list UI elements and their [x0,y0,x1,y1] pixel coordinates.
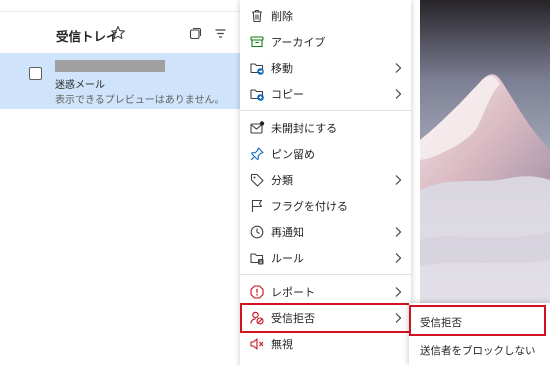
menu-item-ignore[interactable]: 無視 [240,331,411,357]
highlight-box-block-submenu [409,305,546,336]
menu-divider [240,110,411,111]
mail-list-item[interactable]: 迷惑メール 表示できるプレビューはありません。 [0,53,260,109]
filter-icon[interactable] [214,27,227,43]
menu-item-rules[interactable]: ルール [240,245,411,271]
mail-preview: 表示できるプレビューはありません。 [55,95,225,106]
menu-item-report[interactable]: レポート [240,279,411,305]
menu-label-rules: ルール [271,252,304,265]
menu-label-pin: ピン留め [271,148,315,161]
menu-item-flag[interactable]: フラグを付ける [240,193,411,219]
mail-checkbox[interactable] [29,67,42,80]
mark-unread-icon [249,120,265,136]
menu-item-mark-unread[interactable]: 未開封にする [240,115,411,141]
star-icon[interactable] [110,25,126,44]
ignore-icon [249,336,265,352]
clock-icon [249,224,265,240]
submenu-item-unblock-sender[interactable]: 送信者をブロックしない [409,335,550,363]
menu-label-delete: 削除 [271,10,293,23]
menu-divider [240,274,411,275]
chevron-right-icon [394,226,402,241]
menu-item-archive[interactable]: アーカイブ [240,29,411,55]
mail-list-pane: 受信トレイ 迷惑メール 表示できるプレビューはありません。 [0,0,260,366]
chevron-right-icon [394,174,402,189]
menu-item-delete[interactable]: 削除 [240,3,411,29]
menu-label-copy: コピー [271,88,304,101]
mail-subject: 迷惑メール [55,80,105,91]
rules-icon [249,250,265,266]
chevron-right-icon [394,286,402,301]
menu-label-categorize: 分類 [271,174,293,187]
mail-list-header: 受信トレイ [0,22,260,48]
menu-label-report: レポート [271,286,315,299]
trash-icon [249,8,265,24]
menu-item-categorize[interactable]: 分類 [240,167,411,193]
select-mode-icon[interactable] [189,27,202,43]
menu-item-move[interactable]: 移動 [240,55,411,81]
move-folder-icon [249,60,265,76]
menu-item-pin[interactable]: ピン留め [240,141,411,167]
highlight-box-block-item [240,303,412,333]
submenu-label-unblock-sender: 送信者をブロックしない [420,345,536,357]
flag-icon [249,198,265,214]
menu-item-snooze[interactable]: 再通知 [240,219,411,245]
copy-folder-icon [249,86,265,102]
pin-icon [249,146,265,162]
chevron-right-icon [394,62,402,77]
top-toolbar-strip [0,0,260,12]
tag-icon [249,172,265,188]
menu-label-archive: アーカイブ [271,36,326,49]
sender-name-redacted [55,60,165,72]
menu-item-copy[interactable]: コピー [240,81,411,107]
chevron-right-icon [394,88,402,103]
menu-label-snooze: 再通知 [271,226,304,239]
menu-label-mark-unread: 未開封にする [271,122,338,135]
menu-label-move: 移動 [271,62,293,75]
archive-icon [249,34,265,50]
report-icon [249,284,265,300]
menu-label-ignore: 無視 [271,338,293,351]
chevron-right-icon [394,252,402,267]
menu-label-flag: フラグを付ける [271,200,348,213]
